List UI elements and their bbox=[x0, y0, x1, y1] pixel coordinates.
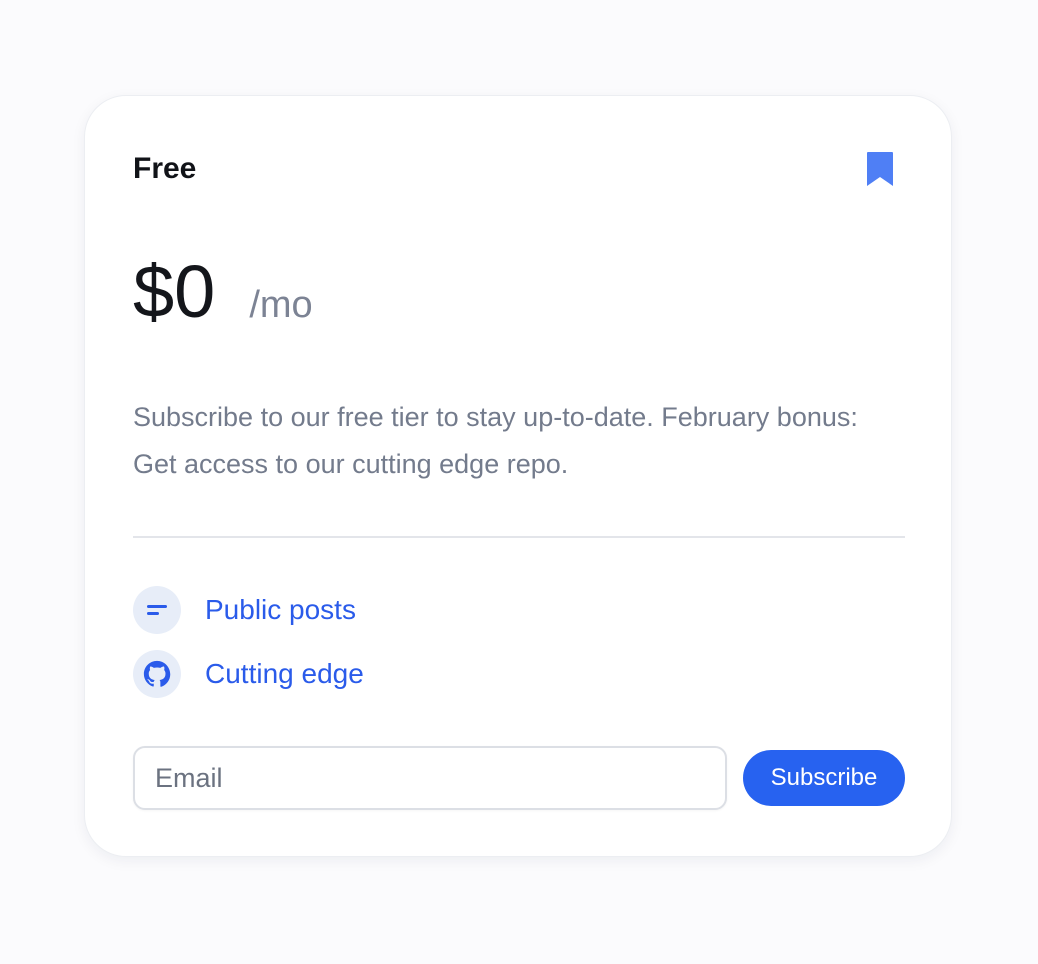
github-icon bbox=[133, 650, 181, 698]
posts-lines-icon bbox=[133, 586, 181, 634]
feature-item-public-posts[interactable]: Public posts bbox=[133, 586, 364, 634]
price-row: $0 /mo bbox=[133, 252, 313, 332]
bookmark-icon[interactable] bbox=[865, 150, 895, 188]
feature-label: Cutting edge bbox=[205, 658, 364, 689]
price-period: /mo bbox=[249, 284, 313, 326]
feature-list: Public posts Cutting edge bbox=[133, 586, 364, 714]
subscribe-button[interactable]: Subscribe bbox=[743, 750, 905, 806]
subscribe-form: Subscribe bbox=[133, 746, 905, 810]
email-field[interactable] bbox=[133, 746, 727, 810]
pricing-card: Free $0 /mo Subscribe to our free tier t… bbox=[84, 95, 952, 857]
divider bbox=[133, 536, 905, 538]
tier-description: Subscribe to our free tier to stay up-to… bbox=[133, 402, 858, 479]
tier-name: Free bbox=[133, 152, 197, 185]
feature-item-cutting-edge[interactable]: Cutting edge bbox=[133, 650, 364, 698]
feature-label: Public posts bbox=[205, 594, 356, 625]
price-amount: $0 bbox=[133, 250, 216, 333]
